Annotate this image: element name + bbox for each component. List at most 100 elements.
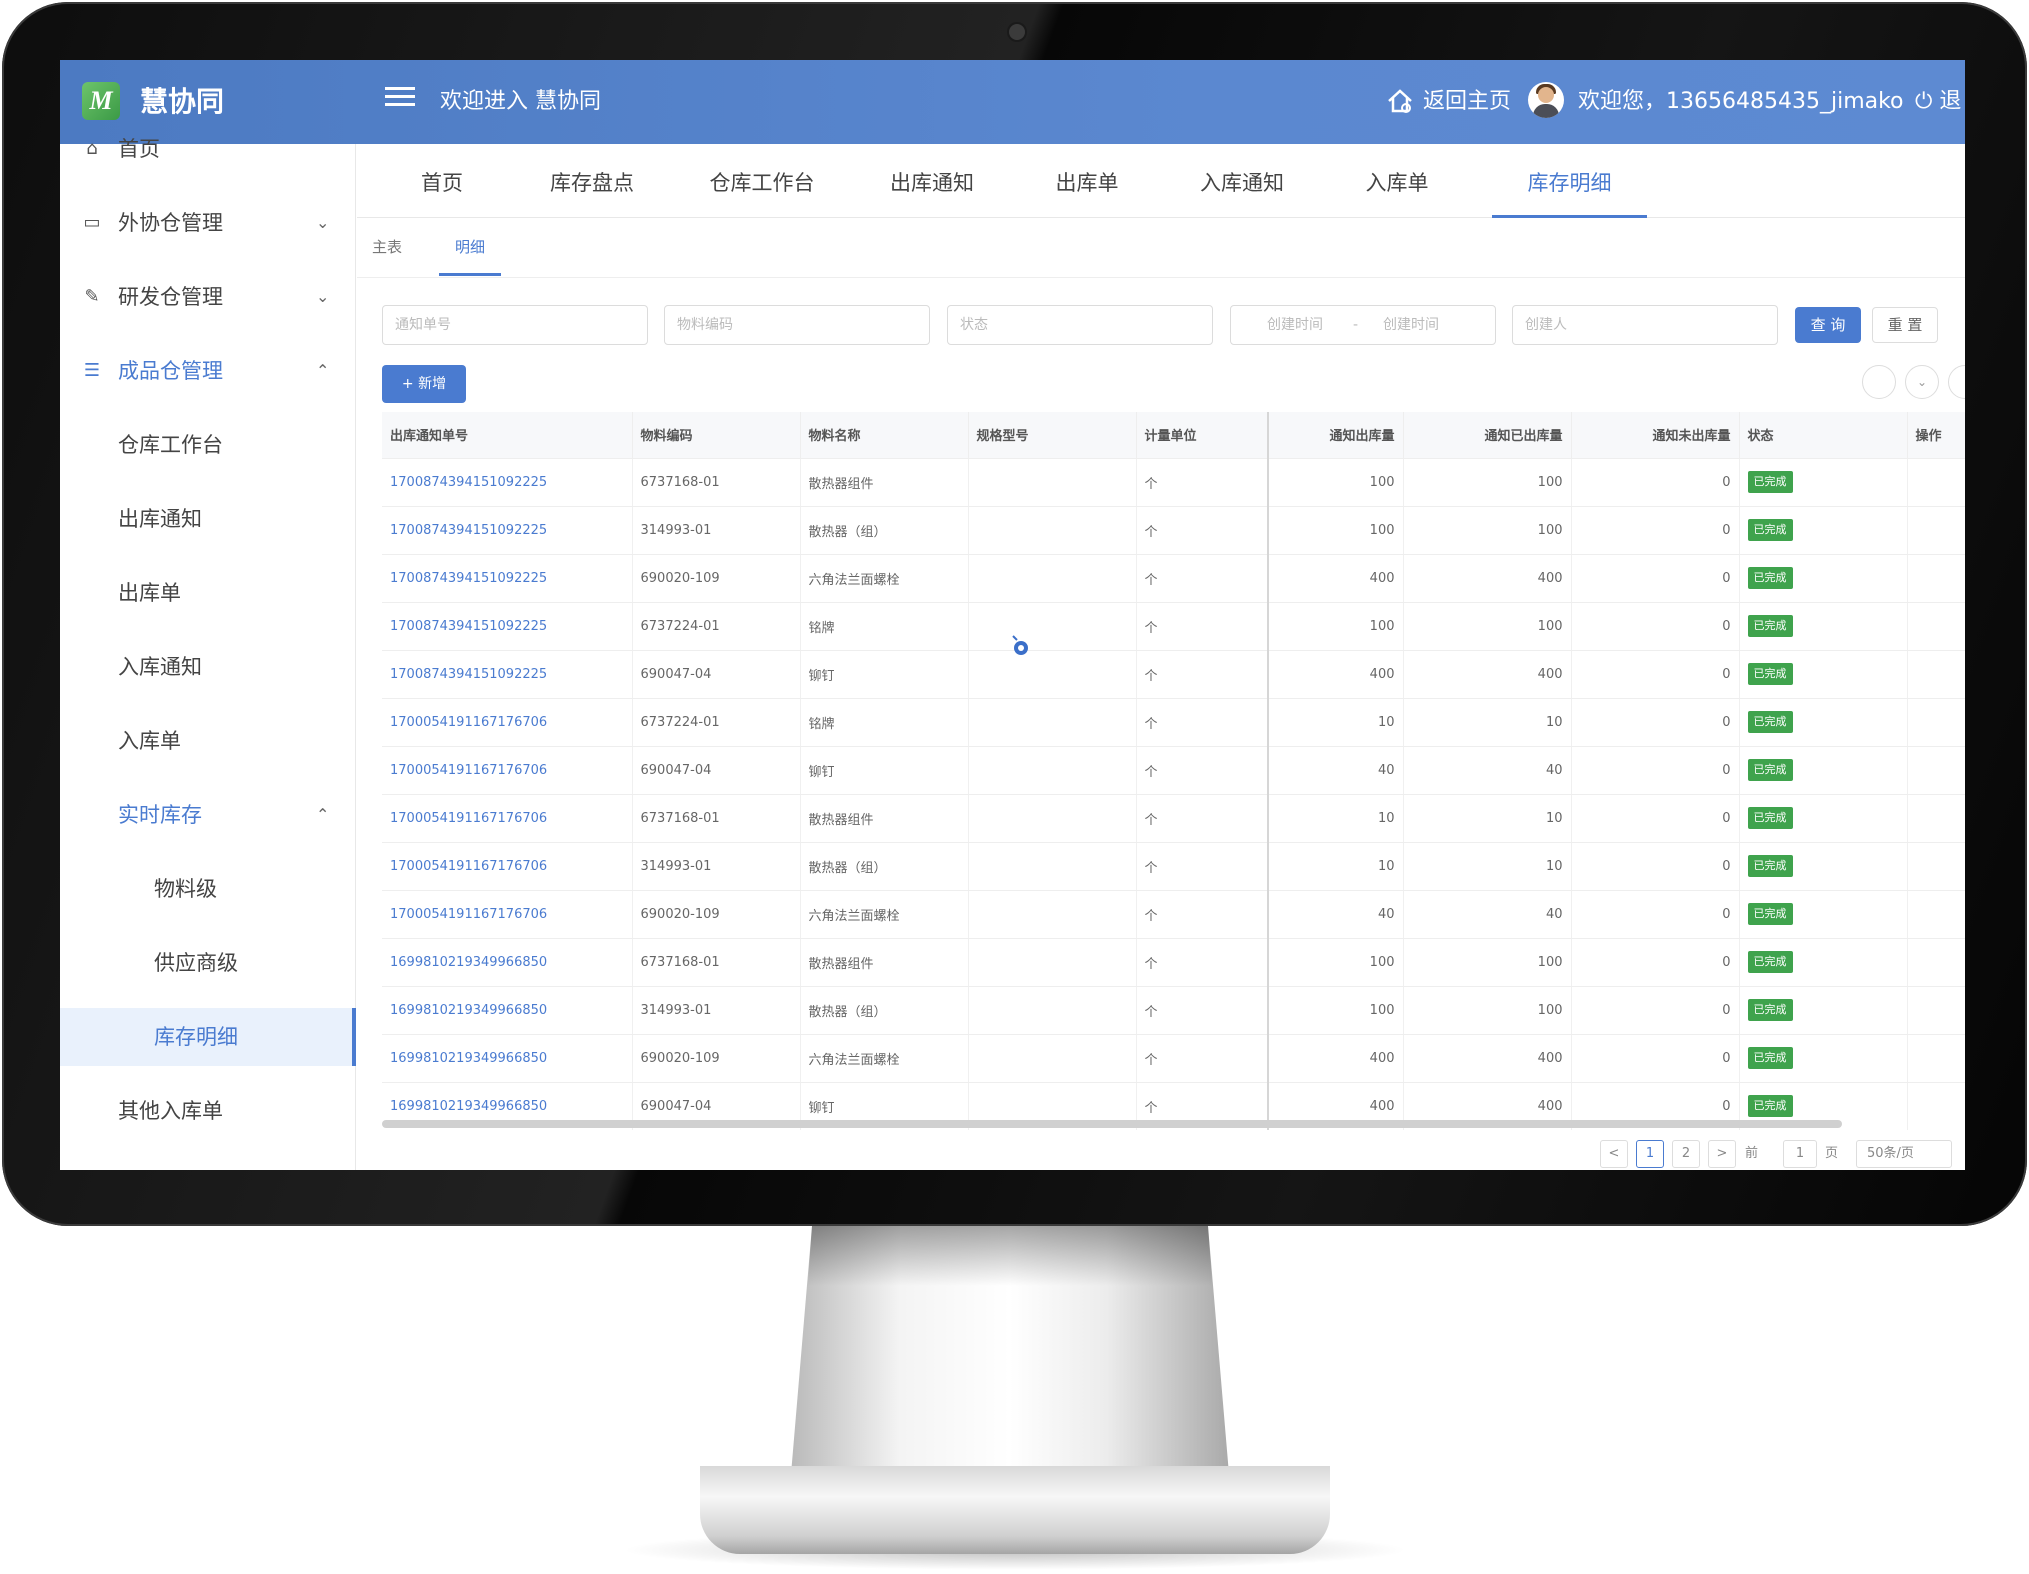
action-cell[interactable] <box>1907 458 1965 507</box>
settings-icon[interactable]: ⌄ <box>1905 365 1939 399</box>
sidebar-item-inbound-order[interactable]: 入库单 <box>60 712 356 770</box>
notice-no-cell[interactable]: 1699810219349966850 <box>382 986 633 1035</box>
query-button[interactable]: 查 询 <box>1795 307 1861 343</box>
material-code-input[interactable] <box>664 305 930 345</box>
avatar[interactable] <box>1528 82 1564 118</box>
tab-inbound-notice[interactable]: 入库通知 <box>1182 144 1302 218</box>
sidebar-item-supplier-level[interactable]: 供应商级 <box>60 934 356 992</box>
horizontal-scrollbar[interactable] <box>382 1120 1842 1128</box>
table-row[interactable]: 1700874394151092225 690047-04 铆钉个 400 400 0 已完… <box>382 650 1965 699</box>
sidebar-item-other-inbound[interactable]: 其他入库单 <box>60 1082 356 1140</box>
table-row[interactable]: 1700874394151092225 6737168-01 散热器组件个 100 10… <box>382 458 1965 507</box>
table-row[interactable]: 1700874394151092225 690020-109 六角法兰面螺栓个 400… <box>382 554 1965 603</box>
action-cell[interactable] <box>1907 986 1965 1035</box>
column-header[interactable]: 物料编码 <box>632 412 801 459</box>
sidebar-item-product-warehouse[interactable]: ☰ 成品仓管理 ⌃ <box>60 342 356 400</box>
action-cell[interactable] <box>1907 890 1965 939</box>
action-cell[interactable] <box>1907 1034 1965 1083</box>
notice-no-cell[interactable]: 1699810219349966850 <box>382 938 633 987</box>
creator-input[interactable] <box>1512 305 1778 345</box>
action-cell[interactable] <box>1907 602 1965 651</box>
table-row[interactable]: 1700054191167176706 690020-109 六角法兰面螺栓个 40 4… <box>382 890 1965 939</box>
action-cell[interactable] <box>1907 554 1965 603</box>
action-cell[interactable] <box>1907 746 1965 795</box>
notice-no-cell[interactable]: 1700054191167176706 <box>382 698 633 747</box>
notice-no-cell[interactable]: 1699810219349966850 <box>382 1034 633 1083</box>
sidebar-item-material-level[interactable]: 物料级 <box>60 860 356 918</box>
logout-button[interactable]: ⏻ 退 <box>1915 84 1961 120</box>
columns-icon[interactable] <box>1948 365 1965 399</box>
column-header[interactable]: 出库通知单号 <box>382 412 633 459</box>
tab-outbound-notice[interactable]: 出库通知 <box>872 144 992 218</box>
action-cell[interactable] <box>1907 938 1965 987</box>
sidebar-item-stock-detail[interactable]: 库存明细 <box>60 1008 356 1066</box>
page-button[interactable]: 2 <box>1672 1140 1700 1168</box>
sidebar-item-home[interactable]: ⌂ 首页 <box>60 120 356 178</box>
reset-button[interactable]: 重 置 <box>1872 307 1938 343</box>
prev-page-button[interactable]: < <box>1600 1140 1628 1168</box>
filter-bar: 创建时间 - 创建时间 查 询 重 置 <box>382 305 1962 345</box>
notice-no-cell[interactable]: 1700054191167176706 <box>382 890 633 939</box>
table-row[interactable]: 1699810219349966850 690020-109 六角法兰面螺栓个 400… <box>382 1034 1965 1083</box>
notice-no-cell[interactable]: 1700874394151092225 <box>382 458 633 507</box>
refresh-icon[interactable] <box>1862 365 1896 399</box>
sidebar-item-workbench[interactable]: 仓库工作台 <box>60 416 356 474</box>
sidebar-item-outbound-order[interactable]: 出库单 <box>60 564 356 622</box>
sidebar-item-rd-warehouse[interactable]: ✎ 研发仓管理 ⌄ <box>60 268 356 326</box>
table-row[interactable]: 1699810219349966850 6737168-01 散热器组件个 100 10… <box>382 938 1965 987</box>
table-row[interactable]: 1700874394151092225 6737224-01 铭牌个 100 100 0 已… <box>382 602 1965 651</box>
notice-no-cell[interactable]: 1700874394151092225 <box>382 650 633 699</box>
tab-home[interactable]: 首页 <box>392 144 492 218</box>
table-row[interactable]: 1700054191167176706 6737224-01 铭牌个 10 10 0 已完成 <box>382 698 1965 747</box>
action-cell[interactable] <box>1907 698 1965 747</box>
home-link[interactable]: 返回主页 <box>1385 84 1511 120</box>
table-row[interactable]: 1699810219349966850 314993-01 散热器（组）个 100 10… <box>382 986 1965 1035</box>
column-header[interactable]: 计量单位 <box>1136 412 1269 459</box>
tab-stock-detail[interactable]: 库存明细 <box>1492 144 1647 218</box>
sidebar-item-inbound-notice[interactable]: 入库通知 <box>60 638 356 696</box>
column-header[interactable]: 规格型号 <box>968 412 1137 459</box>
action-cell[interactable] <box>1907 842 1965 891</box>
tab-stocktake[interactable]: 库存盘点 <box>532 144 652 218</box>
notice-no-cell[interactable]: 1700054191167176706 <box>382 794 633 843</box>
unit-cell: 个 <box>1136 506 1269 555</box>
action-cell[interactable] <box>1907 794 1965 843</box>
page-size-select[interactable]: 50条/页 <box>1856 1140 1952 1168</box>
page-button[interactable]: 1 <box>1636 1140 1664 1168</box>
action-cell[interactable] <box>1907 506 1965 555</box>
column-header[interactable]: 通知未出库量 <box>1571 412 1740 459</box>
date-range-picker[interactable]: 创建时间 - 创建时间 <box>1230 305 1496 345</box>
tab-outbound-order[interactable]: 出库单 <box>1032 144 1142 218</box>
status-select[interactable] <box>947 305 1213 345</box>
notice-no-input[interactable] <box>382 305 648 345</box>
menu-toggle-icon[interactable] <box>385 82 415 112</box>
notice-no-cell[interactable]: 1700874394151092225 <box>382 602 633 651</box>
tab-workbench[interactable]: 仓库工作台 <box>692 144 832 218</box>
unshipped-qty-cell: 0 <box>1571 458 1740 507</box>
unit-cell: 个 <box>1136 794 1269 843</box>
column-header[interactable]: 通知已出库量 <box>1403 412 1572 459</box>
next-page-button[interactable]: > <box>1708 1140 1736 1168</box>
subtab-detail[interactable]: 明细 <box>439 232 501 276</box>
table-row[interactable]: 1700054191167176706 690047-04 铆钉个 40 40 0 已完成 <box>382 746 1965 795</box>
table-row[interactable]: 1700054191167176706 6737168-01 散热器组件个 10 10 0… <box>382 794 1965 843</box>
column-header[interactable]: 操作 <box>1907 412 1965 459</box>
notice-no-cell[interactable]: 1700874394151092225 <box>382 506 633 555</box>
action-cell[interactable] <box>1907 1082 1965 1130</box>
table-row[interactable]: 1700054191167176706 314993-01 散热器（组）个 10 10 0… <box>382 842 1965 891</box>
action-cell[interactable] <box>1907 650 1965 699</box>
notice-no-cell[interactable]: 1700874394151092225 <box>382 554 633 603</box>
sidebar-item-outsource-warehouse[interactable]: ▭ 外协仓管理 ⌄ <box>60 194 356 252</box>
column-header[interactable]: 状态 <box>1739 412 1908 459</box>
column-header[interactable]: 物料名称 <box>800 412 969 459</box>
column-header[interactable]: 通知出库量 <box>1268 412 1404 459</box>
subtab-main[interactable]: 主表 <box>357 232 417 276</box>
add-button[interactable]: + 新增 <box>382 365 466 403</box>
goto-page-input[interactable]: 1 <box>1783 1140 1817 1168</box>
table-row[interactable]: 1700874394151092225 314993-01 散热器（组）个 100 10… <box>382 506 1965 555</box>
tab-inbound-order[interactable]: 入库单 <box>1342 144 1452 218</box>
sidebar-item-realtime-stock[interactable]: 实时库存 ⌃ <box>60 786 356 844</box>
notice-no-cell[interactable]: 1700054191167176706 <box>382 842 633 891</box>
sidebar-item-outbound-notice[interactable]: 出库通知 <box>60 490 356 548</box>
notice-no-cell[interactable]: 1700054191167176706 <box>382 746 633 795</box>
